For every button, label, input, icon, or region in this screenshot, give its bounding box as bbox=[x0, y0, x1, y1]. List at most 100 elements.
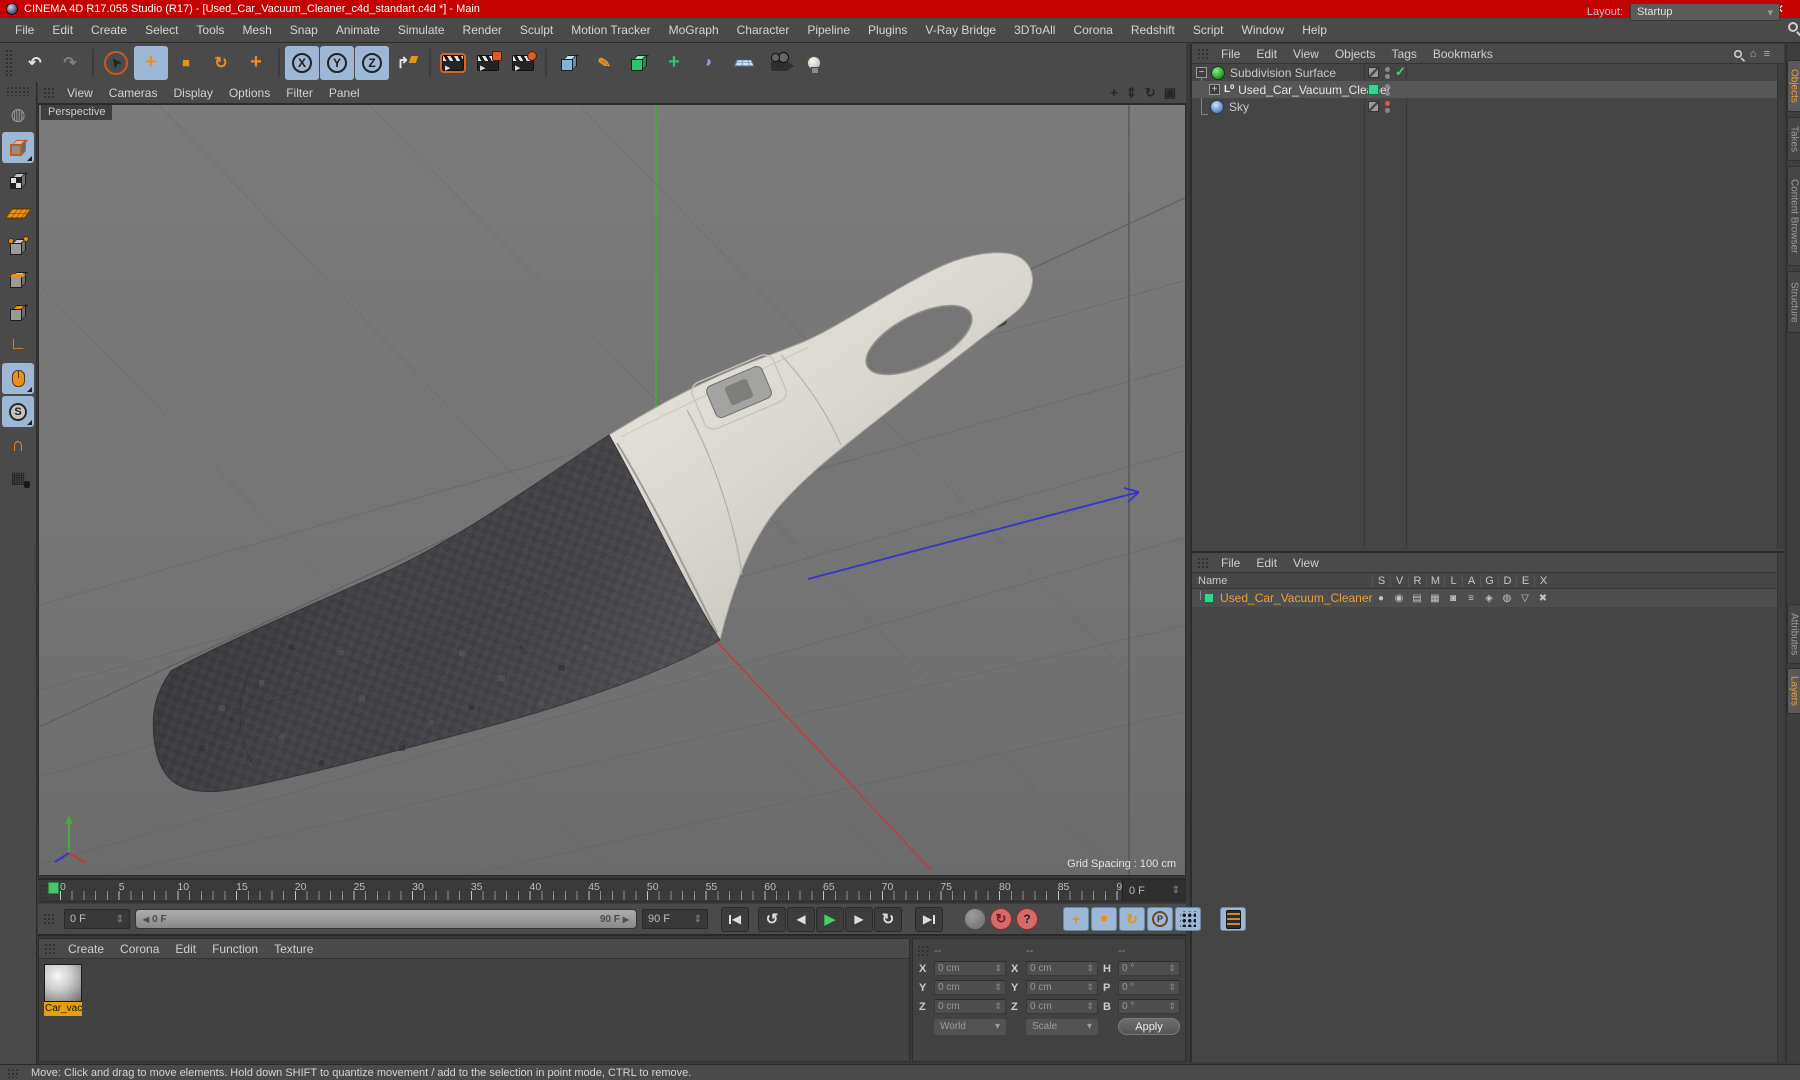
visibility-dots[interactable] bbox=[1385, 67, 1390, 79]
tab-attributes[interactable]: Attributes bbox=[1787, 604, 1800, 664]
expressions-toggle-icon[interactable]: ▽ bbox=[1516, 593, 1534, 604]
render-toggle-icon[interactable]: ▤ bbox=[1408, 593, 1426, 604]
next-frame-button[interactable]: ▶ bbox=[845, 906, 873, 932]
menu-item-sculpt[interactable]: Sculpt bbox=[511, 20, 562, 40]
autokey-button[interactable] bbox=[964, 908, 986, 930]
render-settings-button[interactable] bbox=[506, 46, 540, 80]
range-left-arrow-icon[interactable]: ◀ bbox=[143, 915, 149, 924]
expand-icon[interactable]: + bbox=[1209, 84, 1220, 95]
redo-button[interactable]: ↷ bbox=[53, 46, 87, 80]
coordinate-system-button[interactable]: ↱ bbox=[390, 46, 424, 80]
visibility-dots[interactable] bbox=[1385, 84, 1390, 96]
layer-swatch[interactable] bbox=[1368, 84, 1379, 95]
enabled-check-icon[interactable]: ✓ bbox=[1395, 64, 1406, 80]
tab-layers[interactable]: Layers bbox=[1787, 668, 1800, 714]
tab-takes[interactable]: Takes bbox=[1787, 117, 1800, 161]
spinner-icon[interactable]: ⇕ bbox=[116, 914, 124, 925]
help-button[interactable]: ? bbox=[1016, 908, 1038, 930]
move-tool-button[interactable]: + bbox=[134, 45, 168, 80]
menu-item-character[interactable]: Character bbox=[728, 20, 799, 40]
lock-workplane-button[interactable]: ▦ bbox=[2, 462, 34, 493]
add-light-button[interactable] bbox=[797, 46, 831, 80]
menu-item-help[interactable]: Help bbox=[1293, 20, 1336, 40]
undo-button[interactable]: ↶ bbox=[18, 46, 52, 80]
previous-key-button[interactable]: ↺ bbox=[758, 906, 786, 932]
menu-item-simulate[interactable]: Simulate bbox=[389, 20, 454, 40]
menu-item-plugins[interactable]: Plugins bbox=[859, 20, 916, 40]
vp-menu-options[interactable]: Options bbox=[221, 84, 278, 102]
add-cube-button[interactable] bbox=[552, 46, 586, 80]
menu-item-file[interactable]: File bbox=[6, 20, 43, 40]
key-scale-button[interactable]: ■ bbox=[1091, 907, 1117, 931]
om-menu-tags[interactable]: Tags bbox=[1384, 45, 1425, 63]
solo-toggle-icon[interactable]: ● bbox=[1372, 593, 1390, 604]
layout-dropdown[interactable]: Startup ▾ bbox=[1630, 3, 1780, 21]
rot-h-field[interactable]: 0 ° ⇕ bbox=[1118, 961, 1180, 976]
lock-y-axis-button[interactable]: Y bbox=[320, 45, 354, 80]
om-menu-edit[interactable]: Edit bbox=[1248, 45, 1285, 63]
object-name[interactable]: Subdivision Surface bbox=[1230, 66, 1336, 80]
lock-x-axis-button[interactable]: X bbox=[285, 45, 319, 80]
size-x-field[interactable]: 0 cm ⇕ bbox=[1026, 961, 1098, 976]
key-rotation-button[interactable]: ↻ bbox=[1119, 907, 1145, 931]
coordinate-system-dropdown[interactable]: World ▾ bbox=[934, 1018, 1006, 1035]
menu-item-mograph[interactable]: MoGraph bbox=[660, 20, 728, 40]
om-home-icon[interactable]: ⌂ bbox=[1750, 48, 1757, 60]
enable-axis-button[interactable]: ∟ bbox=[2, 330, 34, 361]
menu-item-corona[interactable]: Corona bbox=[1064, 20, 1121, 40]
object-row-used-car-vacuum-cleaner[interactable]: + L⁰ Used_Car_Vacuum_Cleaner bbox=[1192, 81, 1784, 98]
tab-objects[interactable]: Objects bbox=[1787, 60, 1800, 112]
add-spline-button[interactable]: ✎ bbox=[587, 46, 621, 80]
object-row-sky[interactable]: Sky bbox=[1192, 98, 1784, 115]
mat-menu-function[interactable]: Function bbox=[204, 940, 266, 958]
key-pla-button[interactable] bbox=[1175, 907, 1201, 931]
viewport-canvas[interactable]: Perspective Grid Spacing : 100 cm bbox=[38, 104, 1186, 876]
render-to-picture-viewer-button[interactable] bbox=[471, 46, 505, 80]
xref-toggle-icon[interactable]: ✖ bbox=[1534, 593, 1552, 604]
om-menu-view[interactable]: View bbox=[1285, 45, 1327, 63]
current-frame-spinner[interactable]: 0 F ⇕ bbox=[64, 909, 130, 929]
om-scrollbar[interactable] bbox=[1777, 64, 1784, 548]
visible-toggle-icon[interactable]: ◉ bbox=[1390, 593, 1408, 604]
polygons-mode-button[interactable] bbox=[2, 297, 34, 328]
size-y-field[interactable]: 0 cm ⇕ bbox=[1026, 980, 1098, 995]
add-mograph-button[interactable]: + bbox=[657, 46, 691, 80]
layer-name[interactable]: Used_Car_Vacuum_Cleaner bbox=[1220, 591, 1373, 605]
render-view-button[interactable] bbox=[436, 46, 470, 80]
layer-swatch[interactable] bbox=[1368, 101, 1379, 112]
add-subdivision-surface-button[interactable] bbox=[622, 46, 656, 80]
layer-manager-grip[interactable] bbox=[1197, 556, 1210, 569]
toolbar-grip[interactable] bbox=[5, 48, 14, 77]
om-menu-objects[interactable]: Objects bbox=[1327, 45, 1384, 63]
key-parameter-button[interactable]: P bbox=[1147, 907, 1173, 931]
live-selection-button[interactable]: ➤ bbox=[99, 46, 133, 80]
vp-menu-cameras[interactable]: Cameras bbox=[101, 84, 166, 102]
coordinates-grip[interactable] bbox=[917, 944, 930, 957]
menu-item-animate[interactable]: Animate bbox=[327, 20, 389, 40]
om-search-icon[interactable] bbox=[1733, 49, 1742, 58]
points-mode-button[interactable] bbox=[2, 231, 34, 262]
visibility-dots[interactable] bbox=[1385, 101, 1390, 113]
viewport-zoom-icon[interactable]: ⇕ bbox=[1126, 85, 1137, 101]
record-button[interactable]: ↻ bbox=[990, 908, 1012, 930]
menu-item-create[interactable]: Create bbox=[82, 20, 136, 40]
lm-menu-view[interactable]: View bbox=[1285, 554, 1327, 572]
viewport-menu-grip[interactable] bbox=[43, 86, 56, 99]
rot-b-field[interactable]: 0 ° ⇕ bbox=[1118, 999, 1180, 1014]
edges-mode-button[interactable] bbox=[2, 264, 34, 295]
spinner-icon[interactable]: ⇕ bbox=[694, 914, 702, 925]
pos-y-field[interactable]: 0 cm ⇕ bbox=[934, 980, 1006, 995]
menu-item-3dtoall[interactable]: 3DToAll bbox=[1005, 20, 1064, 40]
last-used-tool-button[interactable]: + bbox=[239, 46, 273, 80]
pos-x-field[interactable]: 0 cm ⇕ bbox=[934, 961, 1006, 976]
mat-menu-create[interactable]: Create bbox=[60, 940, 112, 958]
vp-menu-filter[interactable]: Filter bbox=[278, 84, 321, 102]
object-row-subdivision-surface[interactable]: − Subdivision Surface ✓ bbox=[1192, 64, 1784, 81]
add-camera-button[interactable] bbox=[762, 46, 796, 80]
lock-toggle-icon[interactable]: ◙ bbox=[1444, 593, 1462, 604]
viewport-pan-icon[interactable]: + bbox=[1110, 85, 1118, 100]
ruler-grip[interactable] bbox=[39, 884, 47, 900]
tab-structure[interactable]: Structure bbox=[1787, 271, 1800, 333]
menu-item-script[interactable]: Script bbox=[1184, 20, 1233, 40]
playhead[interactable] bbox=[48, 882, 59, 894]
